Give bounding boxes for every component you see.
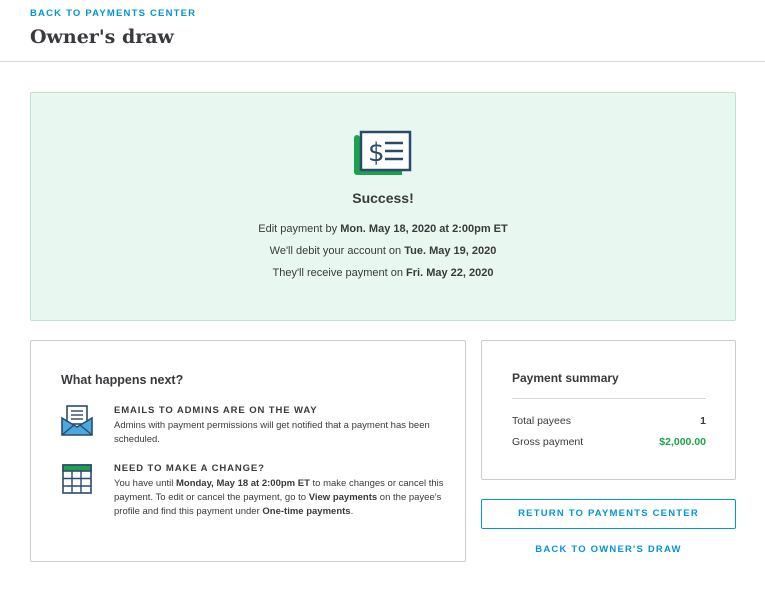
page-title: Owner's draw (30, 26, 174, 48)
back-to-owners-draw-link[interactable]: BACK TO OWNER'S DRAW (481, 544, 736, 555)
what-happens-next-heading: What happens next? (61, 373, 184, 387)
calendar-icon (62, 464, 92, 494)
back-to-payments-center-link[interactable]: BACK TO PAYMENTS CENTER (30, 8, 196, 19)
payment-summary-title: Payment summary (512, 371, 619, 385)
success-panel: $ Success! Edit payment by Mon. May 18, … (30, 92, 736, 321)
summary-divider (512, 398, 706, 399)
make-change-item: NEED TO MAKE A CHANGE? You have until Mo… (61, 463, 444, 533)
email-admins-desc: Admins with payment permissions will get… (114, 420, 430, 445)
payment-summary-card: Payment summary Total payees 1 Gross pay… (481, 340, 736, 480)
make-change-title: NEED TO MAKE A CHANGE? (114, 463, 265, 474)
what-happens-next-card: What happens next? EMAILS TO ADMINS ARE … (30, 340, 466, 562)
total-payees-row: Total payees 1 (512, 415, 706, 427)
success-title: Success! (352, 190, 414, 206)
make-change-desc: You have until Monday, May 18 at 2:00pm … (114, 478, 444, 517)
email-admins-item: EMAILS TO ADMINS ARE ON THE WAY Admins w… (61, 405, 441, 449)
gross-payment-label: Gross payment (512, 436, 584, 448)
receive-date-text: They'll receive payment on Fri. May 22, … (272, 267, 494, 279)
total-payees-label: Total payees (512, 415, 571, 427)
debit-date-text: We'll debit your account on Tue. May 19,… (269, 245, 497, 257)
total-payees-value: 1 (700, 415, 706, 427)
edit-deadline-text: Edit payment by Mon. May 18, 2020 at 2:0… (258, 223, 508, 235)
header-divider (0, 61, 765, 62)
check-payment-icon: $ (354, 130, 412, 175)
email-admins-title: EMAILS TO ADMINS ARE ON THE WAY (114, 405, 318, 416)
envelope-icon (61, 405, 93, 436)
gross-payment-value: $2,000.00 (659, 436, 706, 448)
return-to-payments-center-button[interactable]: RETURN TO PAYMENTS CENTER (481, 499, 736, 529)
gross-payment-row: Gross payment $2,000.00 (512, 436, 706, 448)
svg-text:$: $ (368, 138, 385, 168)
